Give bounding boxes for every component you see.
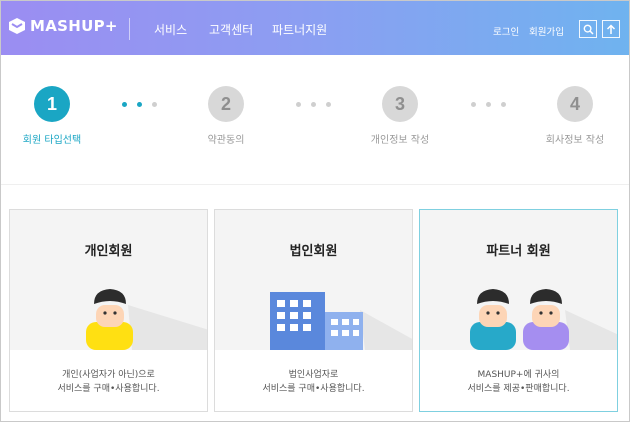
step-3-label: 개인정보 작성 [370,135,430,146]
nav-services[interactable]: 서비스 [154,21,187,38]
step-1-label: 회원 타입선택 [22,135,82,146]
step-dot [122,102,127,107]
step-2-circle: 2 [208,86,244,122]
top-header: MASHUP+ 서비스 고객센터 파트너지원 로그인 회원가입 [1,1,629,55]
person-icon [86,289,207,350]
login-link[interactable]: 로그인 [493,24,519,38]
card-illustration-area: 법인회원 [215,210,412,350]
card-corporate-member[interactable]: 법인회원 법인사업자로 서비스를 구매•사용합니다. [214,209,413,412]
card-individual-member[interactable]: 개인회원 개인(사업자가 아닌)으로 서비스를 구매•사용합니다. [9,209,208,412]
header-divider [129,18,130,40]
step-4-circle: 4 [557,86,593,122]
scroll-top-button[interactable] [602,20,620,38]
two-people-icon [470,289,617,350]
step-dot [137,102,142,107]
logo-text: MASHUP+ [30,17,118,35]
arrow-up-icon [606,23,616,34]
signup-page: MASHUP+ 서비스 고객센터 파트너지원 로그인 회원가입 1 회원 타입선… [0,0,630,422]
logo[interactable]: MASHUP+ [8,17,118,35]
step-dot [486,102,491,107]
card-description-line: 서비스를 구매•사용합니다. [57,384,160,394]
join-link[interactable]: 회원가입 [529,24,564,38]
nav-customer-center[interactable]: 고객센터 [209,21,253,38]
step-dot [326,102,331,107]
building-icon [270,292,412,350]
card-description: 법인사업자로 서비스를 구매•사용합니다. [215,368,412,396]
logo-mark-icon [9,18,25,34]
card-description-line: MASHUP+에 귀사의 [477,370,560,380]
step-1-circle: 1 [34,86,70,122]
step-dot [296,102,301,107]
step-dot [471,102,476,107]
card-description: MASHUP+에 귀사의 서비스를 제공•판매합니다. [420,368,617,396]
nav-partner-support[interactable]: 파트너지원 [272,21,327,38]
card-description: 개인(사업자가 아닌)으로 서비스를 구매•사용합니다. [10,368,207,396]
step-dot [152,102,157,107]
card-partner-member[interactable]: 파트너 회원 MASHUP+에 귀사의 서비스를 제공•판매합니다. [419,209,618,412]
card-description-line: 법인사업자로 [288,370,339,380]
card-illustration-area: 개인회원 [10,210,207,350]
search-icon [583,24,594,35]
card-description-line: 개인(사업자가 아닌)으로 [62,370,155,380]
card-description-line: 서비스를 제공•판매합니다. [467,384,570,394]
search-button[interactable] [579,20,597,38]
card-illustration-area: 파트너 회원 [420,210,617,350]
divider [1,184,629,185]
card-description-line: 서비스를 구매•사용합니다. [262,384,365,394]
step-2-label: 약관동의 [207,135,245,146]
step-4-label: 회사정보 작성 [545,135,605,146]
step-dot [501,102,506,107]
step-dot [311,102,316,107]
step-3-circle: 3 [382,86,418,122]
